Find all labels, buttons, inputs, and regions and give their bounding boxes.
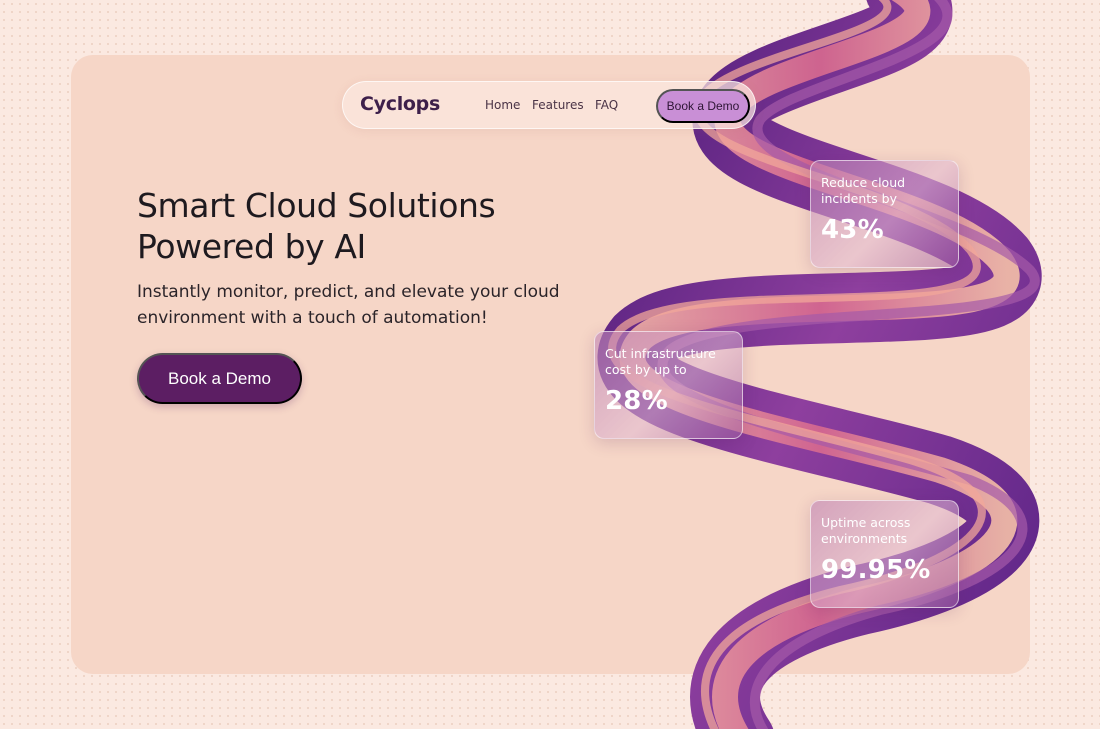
hero-book-demo-button[interactable]: Book a Demo [137,353,302,404]
stat-card-incidents: Reduce cloud incidents by 43% [810,160,959,268]
hero-headline-line-1: Smart Cloud Solutions [137,186,496,225]
hero-headline: Smart Cloud Solutions Powered by AI [137,185,496,267]
nav-link-home[interactable]: Home [485,98,520,112]
hero-headline-line-2: Powered by AI [137,227,366,266]
stat-label: Reduce cloud incidents by [821,175,906,206]
hero-subtitle: Instantly monitor, predict, and elevate … [137,282,560,328]
nav-book-demo-button[interactable]: Book a Demo [656,89,750,123]
stat-card-uptime: Uptime across environments 99.95% [810,500,959,608]
nav-link-faq[interactable]: FAQ [595,98,618,112]
cyclops-logo[interactable]: Cyclops [360,93,440,115]
stat-value: 99.95% [821,555,931,585]
stat-label: Uptime across environments [821,515,911,546]
stat-value: 28% [605,386,668,416]
stat-label: Cut infrastructure cost by up to [605,346,716,377]
stat-card-cost: Cut infrastructure cost by up to 28% [594,331,743,439]
stat-value: 43% [821,215,884,245]
nav-link-features[interactable]: Features [532,98,584,112]
top-navbar: Cyclops Home Features FAQ Book a Demo [342,81,756,129]
